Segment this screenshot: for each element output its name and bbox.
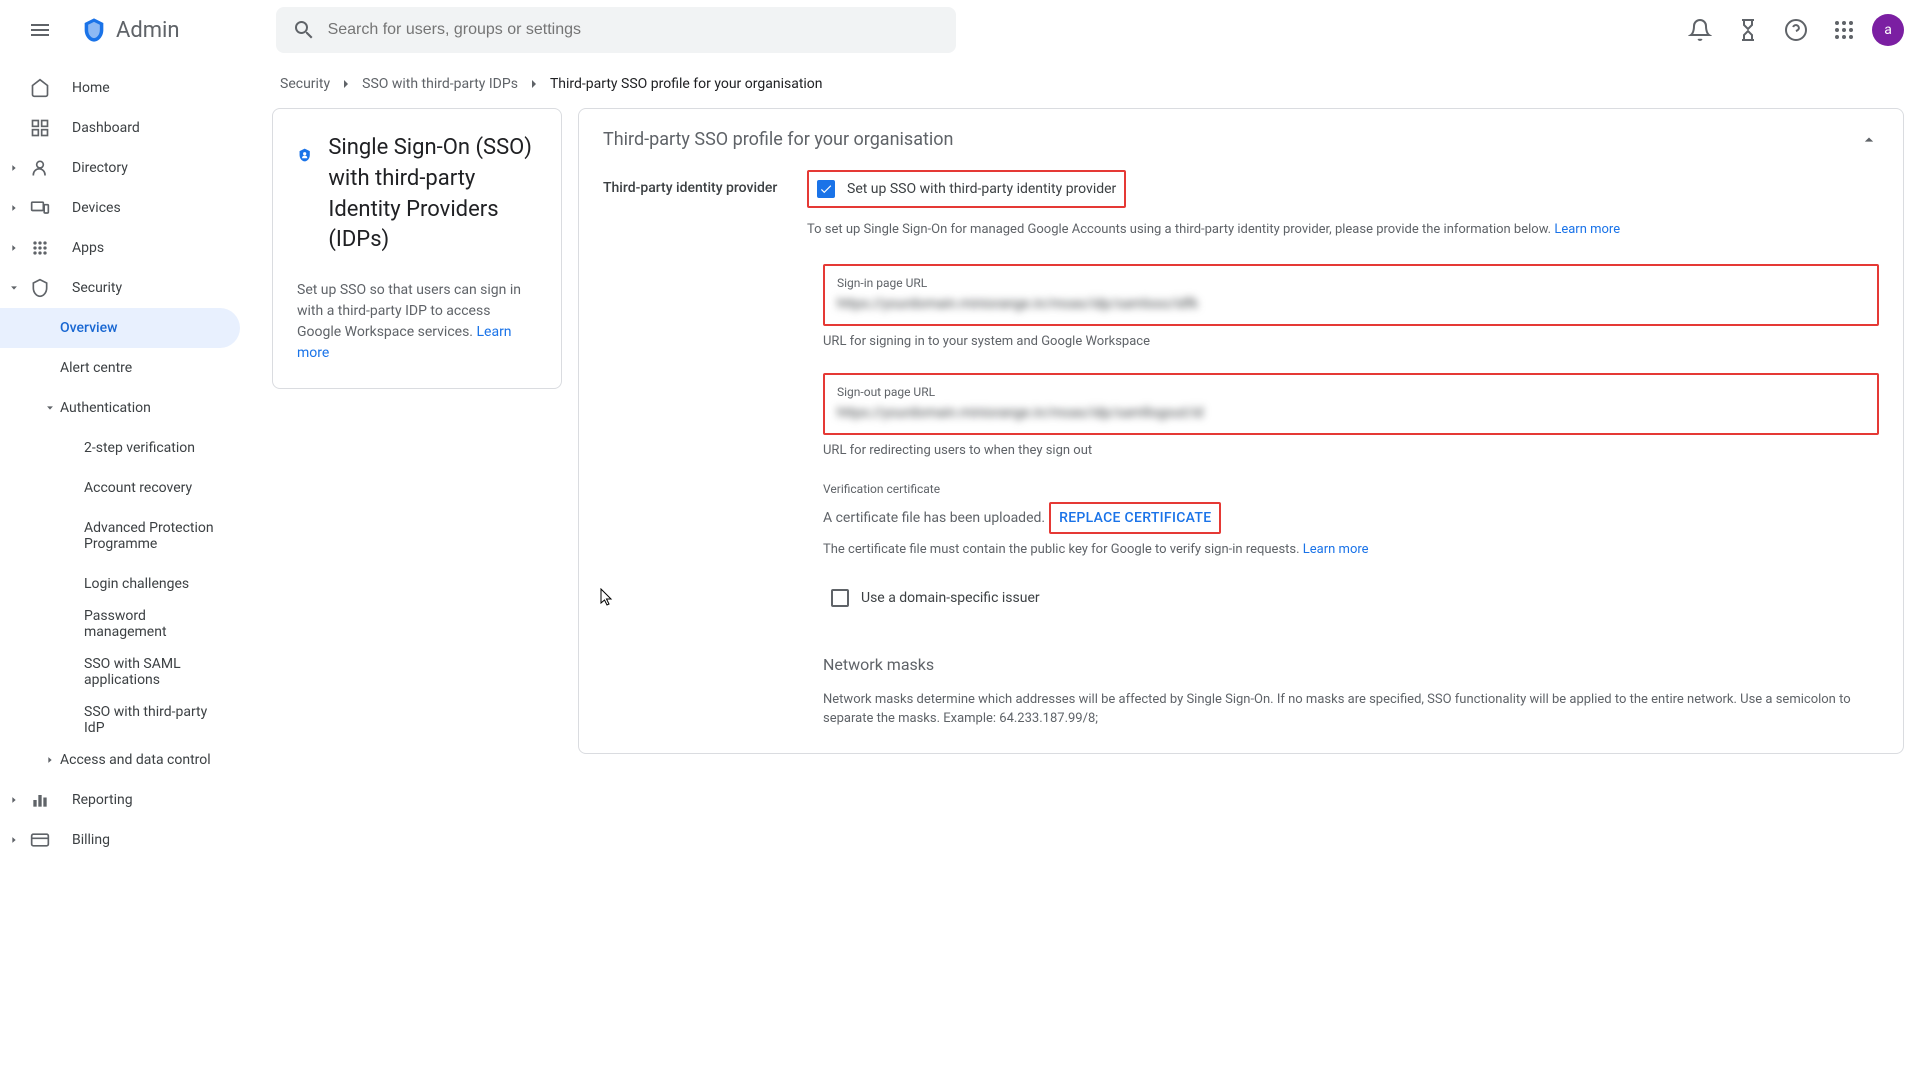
network-masks-title: Network masks xyxy=(823,655,1879,674)
shield-icon xyxy=(30,278,50,298)
search-input[interactable] xyxy=(328,21,940,39)
sidebar-item-login-challenges[interactable]: Login challenges xyxy=(0,564,240,604)
dashboard-icon xyxy=(30,118,50,138)
chevron-right-icon xyxy=(9,203,19,213)
menu-icon xyxy=(28,18,52,42)
signin-url-input[interactable]: https://yourdomain.miniorange.in/moas/id… xyxy=(837,296,1865,316)
sidebar-item-overview[interactable]: Overview xyxy=(0,308,240,348)
apps-grid-icon xyxy=(1832,18,1856,42)
domain-issuer-label: Use a domain-specific issuer xyxy=(861,590,1040,606)
signout-url-helper: URL for redirecting users to when they s… xyxy=(823,443,1879,458)
sidebar-item-password-management[interactable]: Password management xyxy=(0,604,240,644)
sidebar-item-security[interactable]: Security xyxy=(0,268,240,308)
hourglass-icon xyxy=(1736,18,1760,42)
sidebar-item-dashboard[interactable]: Dashboard xyxy=(0,108,240,148)
help-button[interactable] xyxy=(1776,10,1816,50)
search-bar[interactable] xyxy=(276,7,956,53)
setup-sso-checkbox[interactable]: Set up SSO with third-party identity pro… xyxy=(807,170,1126,208)
section-label: Third-party identity provider xyxy=(603,170,783,729)
breadcrumb-current: Third-party SSO profile for your organis… xyxy=(550,76,823,92)
chevron-down-icon xyxy=(9,283,19,293)
card-icon xyxy=(30,830,50,850)
setup-helper: To set up Single Sign-On for managed Goo… xyxy=(807,220,1879,240)
network-masks-description: Network masks determine which addresses … xyxy=(823,690,1879,729)
admin-logo-icon xyxy=(80,16,108,44)
settings-panel: Third-party SSO profile for your organis… xyxy=(578,108,1904,754)
sidebar: Home Dashboard Directory Devices Apps Se… xyxy=(0,60,256,1080)
apps-launcher-button[interactable] xyxy=(1824,10,1864,50)
setup-learn-more-link[interactable]: Learn more xyxy=(1554,222,1620,237)
chevron-right-icon xyxy=(338,76,354,92)
certificate-field: Verification certificate A certificate f… xyxy=(823,482,1879,557)
menu-button[interactable] xyxy=(16,6,64,54)
sidebar-item-devices[interactable]: Devices xyxy=(0,188,240,228)
sidebar-item-advanced-protection[interactable]: Advanced Protection Programme xyxy=(0,508,240,564)
signin-url-label: Sign-in page URL xyxy=(837,276,1865,290)
certificate-status: A certificate file has been uploaded. xyxy=(823,510,1045,526)
certificate-learn-more-link[interactable]: Learn more xyxy=(1303,542,1369,557)
signin-url-field: Sign-in page URL https://yourdomain.mini… xyxy=(823,264,1879,349)
sidebar-item-sso-third-party[interactable]: SSO with third-party IdP xyxy=(0,700,240,740)
chevron-down-icon xyxy=(45,403,55,413)
sidebar-item-billing[interactable]: Billing xyxy=(0,820,240,860)
info-card-description: Set up SSO so that users can sign in wit… xyxy=(297,280,537,364)
chart-icon xyxy=(30,790,50,810)
chevron-right-icon xyxy=(9,163,19,173)
main-content: Security SSO with third-party IDPs Third… xyxy=(256,60,1920,1080)
checkbox-icon xyxy=(831,589,849,607)
help-icon xyxy=(1784,18,1808,42)
breadcrumb: Security SSO with third-party IDPs Third… xyxy=(272,60,1904,108)
chevron-right-icon xyxy=(9,795,19,805)
sidebar-item-directory[interactable]: Directory xyxy=(0,148,240,188)
sidebar-item-sso-saml[interactable]: SSO with SAML applications xyxy=(0,644,240,700)
panel-header[interactable]: Third-party SSO profile for your organis… xyxy=(579,109,1903,170)
signin-url-helper: URL for signing in to your system and Go… xyxy=(823,334,1879,349)
signout-url-label: Sign-out page URL xyxy=(837,385,1865,399)
replace-certificate-button[interactable]: REPLACE CERTIFICATE xyxy=(1049,502,1221,534)
sidebar-item-2step[interactable]: 2-step verification xyxy=(0,428,240,468)
chevron-right-icon xyxy=(9,835,19,845)
chevron-right-icon xyxy=(45,755,55,765)
checkbox-icon xyxy=(817,180,835,198)
info-card: Single Sign-On (SSO) with third-party Id… xyxy=(272,108,562,389)
header-actions: a xyxy=(1680,10,1904,50)
setup-sso-label: Set up SSO with third-party identity pro… xyxy=(847,181,1116,197)
security-badge-icon xyxy=(297,133,312,177)
sidebar-item-account-recovery[interactable]: Account recovery xyxy=(0,468,240,508)
certificate-helper: The certificate file must contain the pu… xyxy=(823,542,1879,557)
bell-icon xyxy=(1688,18,1712,42)
sidebar-item-home[interactable]: Home xyxy=(0,68,240,108)
domain-issuer-checkbox[interactable]: Use a domain-specific issuer xyxy=(823,581,1879,615)
breadcrumb-sso-idps[interactable]: SSO with third-party IDPs xyxy=(362,76,518,92)
certificate-label: Verification certificate xyxy=(823,482,1879,496)
panel-title: Third-party SSO profile for your organis… xyxy=(603,129,953,150)
devices-icon xyxy=(30,198,50,218)
avatar[interactable]: a xyxy=(1872,14,1904,46)
sidebar-item-reporting[interactable]: Reporting xyxy=(0,780,240,820)
signout-url-input[interactable]: https://yourdomain.miniorange.in/moas/id… xyxy=(837,405,1865,425)
chevron-right-icon xyxy=(526,76,542,92)
info-card-title: Single Sign-On (SSO) with third-party Id… xyxy=(328,133,537,256)
home-icon xyxy=(30,78,50,98)
app-logo[interactable]: Admin xyxy=(80,16,180,44)
sidebar-item-apps[interactable]: Apps xyxy=(0,228,240,268)
sidebar-item-alert-centre[interactable]: Alert centre xyxy=(0,348,240,388)
signout-url-field: Sign-out page URL https://yourdomain.min… xyxy=(823,373,1879,458)
app-title: Admin xyxy=(116,18,180,43)
person-icon xyxy=(30,158,50,178)
apps-icon xyxy=(30,238,50,258)
sidebar-item-access-data-control[interactable]: Access and data control xyxy=(0,740,240,780)
notifications-button[interactable] xyxy=(1680,10,1720,50)
breadcrumb-security[interactable]: Security xyxy=(280,76,330,92)
chevron-up-icon xyxy=(1859,130,1879,150)
chevron-right-icon xyxy=(9,243,19,253)
app-header: Admin a xyxy=(0,0,1920,60)
tasks-button[interactable] xyxy=(1728,10,1768,50)
sidebar-item-authentication[interactable]: Authentication xyxy=(0,388,240,428)
search-icon xyxy=(292,18,316,42)
